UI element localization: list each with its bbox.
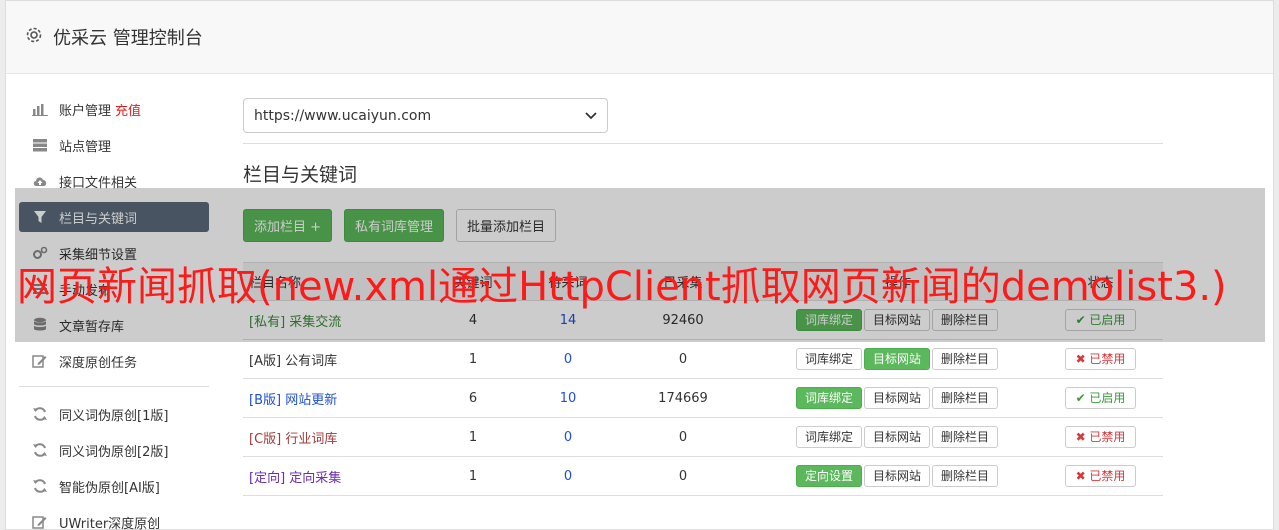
target-site-button[interactable]: 目标网站 (863, 465, 930, 487)
keywords-cell: 6 (418, 378, 528, 418)
target-site-button[interactable]: 目标网站 (863, 348, 930, 370)
collected-cell: 0 (608, 339, 758, 379)
sidebar-item-label: 站点管理 (59, 139, 112, 155)
ops-cell: 定向设置 目标网站 删除栏目 (758, 456, 1038, 496)
pending-cell: 0 (528, 339, 608, 379)
server-icon (31, 136, 49, 154)
status-badge[interactable]: ✔ 已启用 (1064, 387, 1137, 409)
refresh-icon (31, 477, 49, 495)
status-cell: ✖ 已禁用 (1038, 456, 1163, 496)
bar-chart-icon (31, 100, 49, 118)
keywords-cell: 1 (418, 456, 528, 496)
pending-cell: 0 (528, 417, 608, 457)
pending-cell: 10 (528, 378, 608, 418)
sidebar-item-label: 智能伪原创[AI版] (59, 480, 160, 496)
delete-column-button[interactable]: 删除栏目 (932, 387, 999, 409)
sidebar-item-main-7[interactable]: 深度原创任务 (19, 346, 209, 376)
status-cell: ✖ 已禁用 (1038, 339, 1163, 379)
site-select[interactable]: https://www.ucaiyun.com (243, 98, 608, 133)
edit-icon (31, 352, 49, 370)
page-title: 优采云 管理控制台 (53, 28, 203, 49)
collected-cell: 0 (608, 456, 758, 496)
edit-icon (31, 513, 49, 530)
section-title: 栏目与关键词 (243, 164, 358, 186)
delete-column-button[interactable]: 删除栏目 (932, 465, 999, 487)
sidebar-item-main-1[interactable]: 站点管理 (19, 130, 209, 160)
recharge-link[interactable]: 充值 (115, 100, 141, 119)
status-cell: ✖ 已禁用 (1038, 417, 1163, 457)
column-name-cell[interactable]: [定向] 定向采集 (243, 456, 418, 496)
sidebar-item-tools-2[interactable]: 智能伪原创[AI版] (19, 471, 209, 501)
refresh-icon (31, 405, 49, 423)
divider (243, 143, 1163, 144)
target-site-button[interactable]: 目标网站 (863, 387, 930, 409)
pending-cell: 0 (528, 456, 608, 496)
collected-cell: 0 (608, 417, 758, 457)
sidebar-item-label: UWriter深度原创 (59, 516, 161, 530)
sidebar-item-label: 账户管理 (59, 103, 112, 119)
status-badge[interactable]: ✖ 已禁用 (1064, 465, 1137, 487)
sidebar-item-tools-3[interactable]: UWriter深度原创 (19, 507, 209, 530)
bind-lib-button[interactable]: 词库绑定 (795, 348, 862, 370)
column-name-cell[interactable]: [C版] 行业词库 (243, 417, 418, 457)
sidebar-item-tools-1[interactable]: 同义词伪原创[2版] (19, 435, 209, 465)
site-select-value: https://www.ucaiyun.com (254, 107, 432, 124)
collected-cell: 174669 (608, 378, 758, 418)
table-row: [A版] 公有词库 1 0 0 词库绑定 目标网站 删除栏目 ✖ 已禁用 (243, 339, 1163, 379)
table-row: [C版] 行业词库 1 0 0 词库绑定 目标网站 删除栏目 ✖ 已禁用 (243, 417, 1163, 457)
refresh-icon (31, 441, 49, 459)
bind-lib-button[interactable]: 词库绑定 (795, 387, 862, 409)
bind-lib-button[interactable]: 词库绑定 (795, 426, 862, 448)
sidebar-item-label: 深度原创任务 (59, 355, 138, 371)
ops-cell: 词库绑定 目标网站 删除栏目 (758, 417, 1038, 457)
chevron-down-icon (585, 108, 597, 124)
status-badge[interactable]: ✖ 已禁用 (1064, 426, 1137, 448)
bind-lib-button[interactable]: 定向设置 (795, 465, 862, 487)
ops-cell: 词库绑定 目标网站 删除栏目 (758, 339, 1038, 379)
delete-column-button[interactable]: 删除栏目 (932, 348, 999, 370)
target-site-button[interactable]: 目标网站 (863, 426, 930, 448)
table-row: [定向] 定向采集 1 0 0 定向设置 目标网站 删除栏目 ✖ 已禁用 (243, 456, 1163, 496)
table-row: [B版] 网站更新 6 10 174669 词库绑定 目标网站 删除栏目 ✔ 已启用 (243, 378, 1163, 418)
ops-cell: 词库绑定 目标网站 删除栏目 (758, 378, 1038, 418)
sidebar-divider (19, 386, 209, 387)
sidebar-item-tools-0[interactable]: 同义词伪原创[1版] (19, 399, 209, 429)
status-cell: ✔ 已启用 (1038, 378, 1163, 418)
keywords-cell: 1 (418, 339, 528, 379)
keywords-cell: 1 (418, 417, 528, 457)
panel-header: 优采云 管理控制台 (6, 1, 1273, 74)
sidebar-item-label: 同义词伪原创[2版] (59, 444, 169, 460)
sidebar-item-main-0[interactable]: 账户管理 充值 (19, 94, 209, 124)
delete-column-button[interactable]: 删除栏目 (932, 426, 999, 448)
column-name-cell[interactable]: [B版] 网站更新 (243, 378, 418, 418)
status-badge[interactable]: ✖ 已禁用 (1064, 348, 1137, 370)
gear-icon (25, 26, 43, 48)
column-name-cell[interactable]: [A版] 公有词库 (243, 339, 418, 379)
watermark-text: 网页新闻抓取(new.xml通过HttpClient抓取网页新闻的demolis… (17, 264, 1227, 310)
sidebar-item-label: 同义词伪原创[1版] (59, 408, 169, 424)
